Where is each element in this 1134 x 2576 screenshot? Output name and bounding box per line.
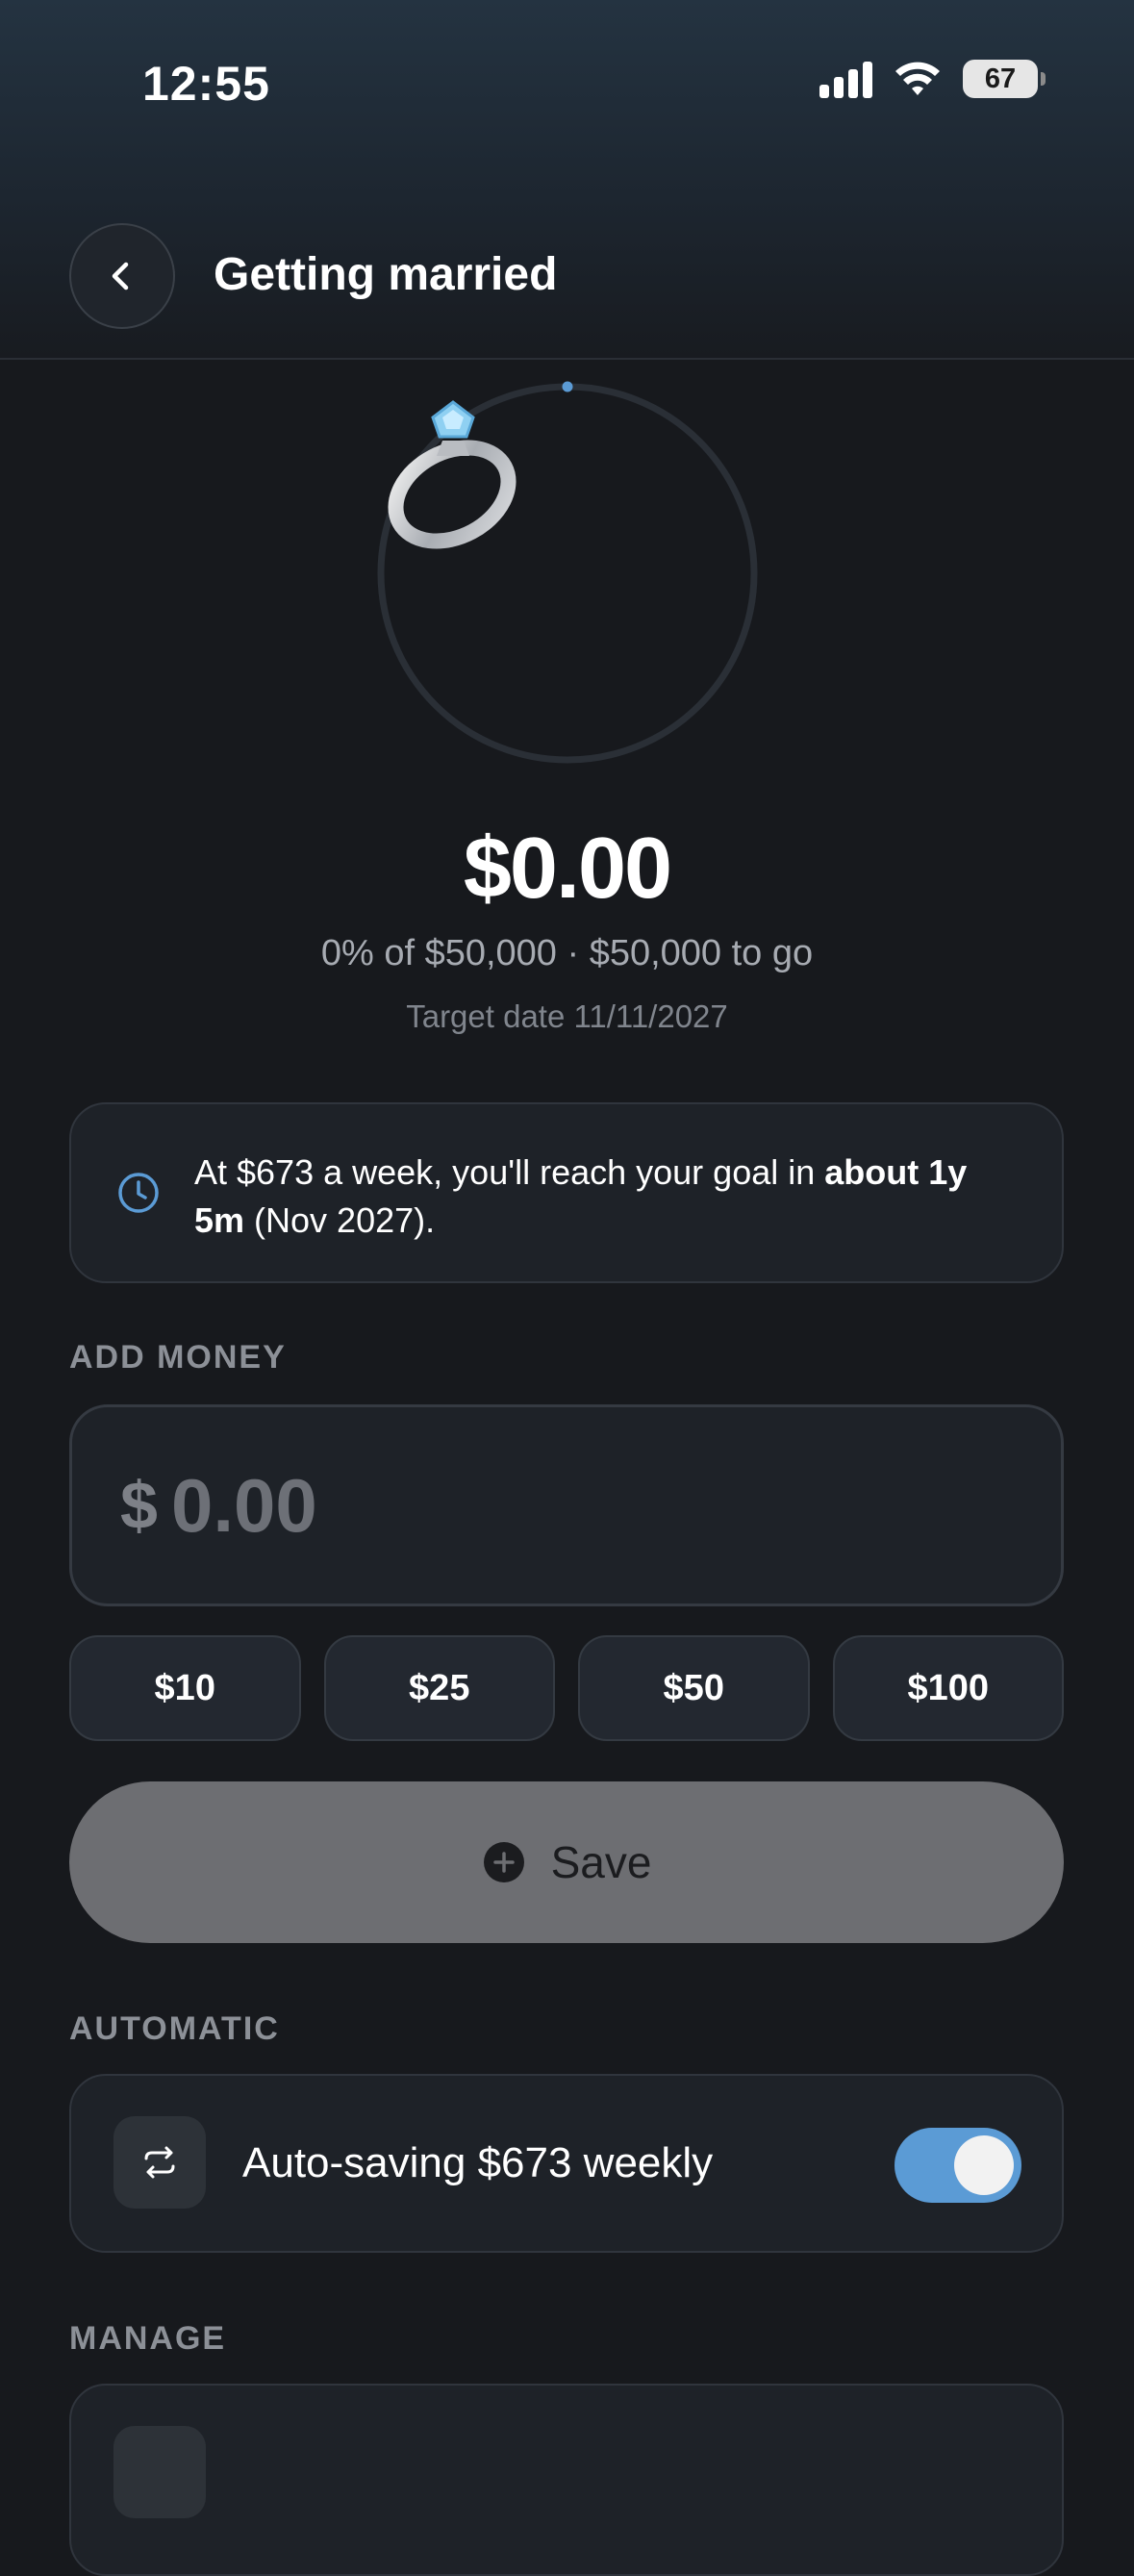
projection-text: At $673 a week, you'll reach your goal i… [194, 1149, 1021, 1245]
target-date: Target date 11/11/2027 [406, 998, 728, 1034]
plus-circle-icon [483, 1842, 524, 1882]
quick-amount-25-button[interactable]: $25 [323, 1635, 555, 1741]
manage-card[interactable] [69, 2384, 1064, 2576]
auto-saving-toggle[interactable] [895, 2128, 1021, 2203]
manage-item-icon [113, 2426, 206, 2518]
goal-progress-ring [375, 381, 760, 766]
save-button[interactable]: Save [69, 1781, 1064, 1943]
battery-icon: 67 [963, 60, 1046, 98]
signal-icon [819, 60, 872, 98]
page-title: Getting married [214, 249, 558, 300]
goal-progress-text: 0% of $50,000 · $50,000 to go [320, 933, 814, 973]
amount-input[interactable] [170, 1461, 844, 1550]
quick-amount-10-button[interactable]: $10 [69, 1635, 301, 1741]
auto-saving-card: Auto-saving $673 weekly [69, 2074, 1064, 2253]
add-money-label: ADD MONEY [69, 1339, 287, 1376]
status-icons: 67 [819, 60, 1046, 98]
toggle-knob [954, 2135, 1014, 2195]
saved-amount: $0.00 [463, 821, 672, 917]
repeat-icon [113, 2116, 206, 2209]
quick-amount-100-button[interactable]: $100 [832, 1635, 1064, 1741]
goal-emoji-icon [375, 381, 760, 766]
back-button[interactable] [69, 223, 175, 329]
clock-icon [115, 1170, 162, 1221]
amount-field[interactable]: $ [69, 1404, 1064, 1606]
currency-symbol: $ [120, 1468, 158, 1543]
automatic-label: AUTOMATIC [69, 2010, 280, 2047]
auto-saving-text: Auto-saving $673 weekly [242, 2139, 714, 2186]
chevron-left-icon [112, 262, 129, 290]
projection-card: At $673 a week, you'll reach your goal i… [69, 1102, 1064, 1283]
projection-text-prefix: At $673 a week, you'll reach your goal i… [194, 1152, 825, 1192]
wifi-icon [894, 61, 942, 97]
top-bar: 12:55 67 Getting married [0, 0, 1134, 360]
quick-amount-50-button[interactable]: $50 [578, 1635, 810, 1741]
save-button-label: Save [550, 1837, 652, 1887]
manage-label: MANAGE [69, 2320, 227, 2357]
quick-amounts: $10 $25 $50 $100 [69, 1635, 1064, 1741]
projection-text-suffix: (Nov 2027). [244, 1200, 436, 1240]
status-time: 12:55 [142, 57, 270, 111]
